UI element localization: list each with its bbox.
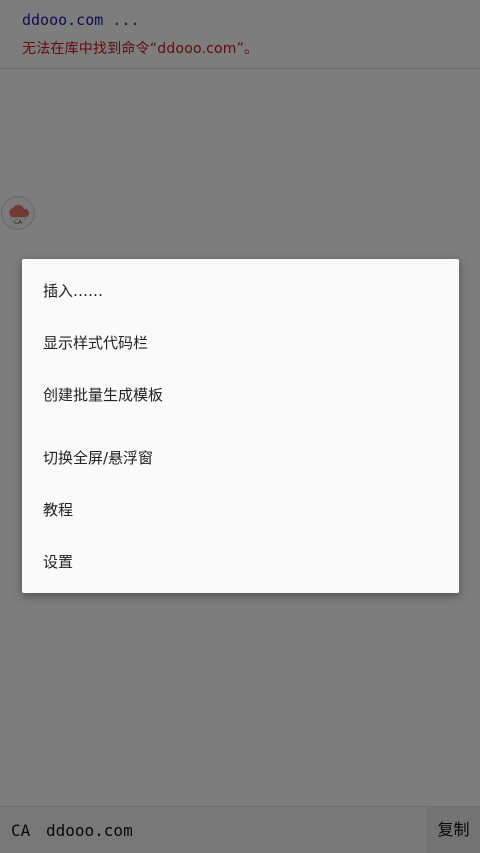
context-menu: 插入…… 显示样式代码栏 创建批量生成模板 切换全屏/悬浮窗 教程 设置	[22, 259, 459, 593]
menu-item-toggle-fullscreen[interactable]: 切换全屏/悬浮窗	[22, 434, 459, 482]
menu-item-settings[interactable]: 设置	[22, 538, 459, 586]
menu-item-show-style-bar[interactable]: 显示样式代码栏	[22, 319, 459, 367]
menu-item-create-batch-template[interactable]: 创建批量生成模板	[22, 371, 459, 419]
menu-item-tutorial[interactable]: 教程	[22, 486, 459, 534]
menu-item-insert[interactable]: 插入……	[22, 267, 459, 315]
